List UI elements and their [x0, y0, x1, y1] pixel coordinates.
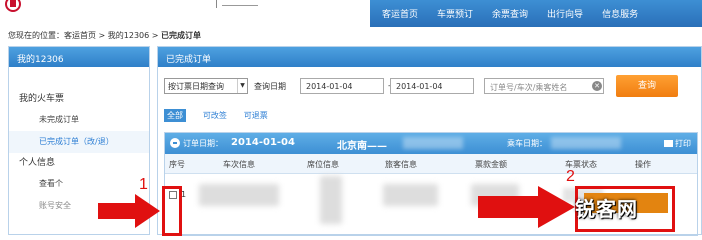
arrow-2 — [478, 186, 575, 228]
arrow-1 — [98, 194, 160, 228]
annotation-marker-2: 2 — [566, 168, 575, 185]
annotation-marker-1: 1 — [139, 176, 148, 193]
watermark: 锐客网 — [575, 197, 638, 221]
highlight-box-checkbox — [162, 186, 182, 236]
